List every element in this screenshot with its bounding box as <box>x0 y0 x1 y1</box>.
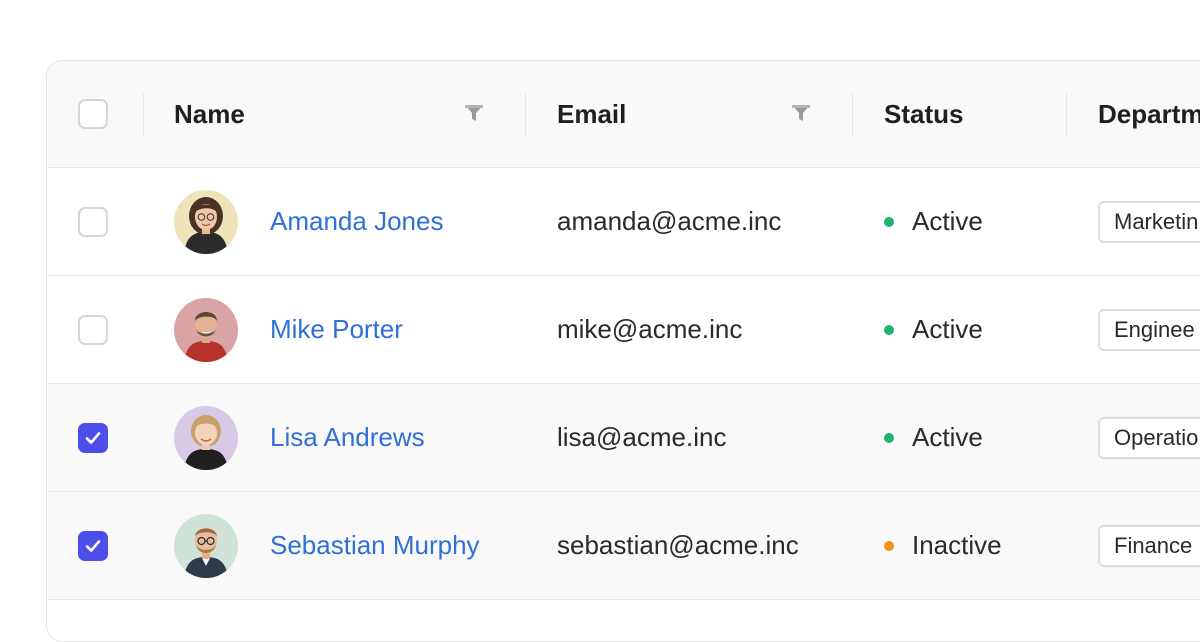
table-row[interactable]: Sebastian Murphy sebastian@acme.inc Inac… <box>47 492 1200 600</box>
column-header-status[interactable]: Status <box>884 99 963 130</box>
status-text: Inactive <box>912 530 1002 560</box>
table-row[interactable]: Lisa Andrews lisa@acme.inc Active Operat… <box>47 384 1200 492</box>
avatar <box>174 297 238 362</box>
user-email: amanda@acme.inc <box>557 206 782 236</box>
status-dot <box>884 324 894 335</box>
department-tag: Finance <box>1098 524 1200 567</box>
status-dot <box>884 540 894 551</box>
user-email: sebastian@acme.inc <box>557 530 799 560</box>
column-header-department[interactable]: Departm <box>1098 99 1200 130</box>
avatar <box>174 513 238 578</box>
status-dot <box>884 432 894 443</box>
table-row[interactable]: Amanda Jones amanda@acme.inc Active Mark… <box>47 168 1200 276</box>
check-icon <box>85 431 101 444</box>
table-row[interactable]: Mike Porter mike@acme.inc Active Enginee <box>47 276 1200 384</box>
user-name-link[interactable]: Mike Porter <box>270 314 403 345</box>
status-text: Active <box>912 314 983 344</box>
user-email: lisa@acme.inc <box>557 422 727 452</box>
row-checkbox[interactable] <box>78 422 108 453</box>
avatar <box>174 405 238 470</box>
status-text: Active <box>912 206 983 236</box>
row-checkbox[interactable] <box>78 314 108 345</box>
user-email: mike@acme.inc <box>557 314 743 344</box>
department-tag: Marketin <box>1098 200 1200 243</box>
department-tag: Operatio <box>1098 416 1200 459</box>
department-tag: Enginee <box>1098 308 1200 351</box>
select-all-checkbox[interactable] <box>78 99 108 129</box>
row-checkbox[interactable] <box>78 206 108 237</box>
status-text: Active <box>912 422 983 452</box>
status-dot <box>884 216 894 227</box>
filter-icon[interactable] <box>791 103 811 123</box>
column-divider <box>852 93 853 137</box>
column-divider <box>525 93 526 137</box>
table-header: Name Email Status Departm <box>47 61 1200 168</box>
avatar <box>174 189 238 254</box>
row-checkbox[interactable] <box>78 530 108 561</box>
column-divider <box>1066 93 1067 137</box>
column-header-name[interactable]: Name <box>174 99 245 130</box>
column-divider <box>143 93 144 137</box>
user-name-link[interactable]: Amanda Jones <box>270 206 443 237</box>
filter-icon[interactable] <box>464 103 484 123</box>
column-header-email[interactable]: Email <box>557 99 626 130</box>
check-icon <box>85 539 101 552</box>
user-name-link[interactable]: Sebastian Murphy <box>270 530 480 561</box>
user-name-link[interactable]: Lisa Andrews <box>270 422 425 453</box>
users-table: Name Email Status Departm Amanda Jones a… <box>46 60 1200 642</box>
